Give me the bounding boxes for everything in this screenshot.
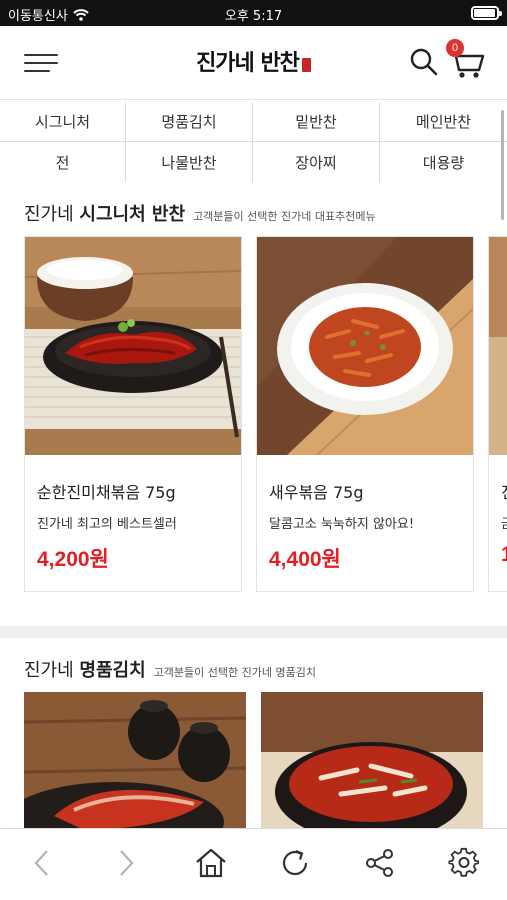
share-icon[interactable] xyxy=(360,843,400,883)
kimchi-section-header: 진가네 명품김치 고객분들이 선택한 진가네 명품김치 xyxy=(24,656,316,682)
product-description: 금 xyxy=(501,513,507,532)
cart-count-badge: 0 xyxy=(446,39,464,57)
section-divider xyxy=(0,626,507,638)
product-card[interactable]: 새우볶음 75g 달콤고소 눅눅하지 않아요! 4,400원 xyxy=(256,236,474,592)
product-price: 4,200원 xyxy=(37,548,109,571)
category-jeon[interactable]: 전 xyxy=(0,142,126,182)
category-grid: 시그니처 명품김치 밑반찬 메인반찬 전 나물반찬 장아찌 대용량 xyxy=(0,102,507,182)
back-arrow-icon[interactable] xyxy=(22,843,62,883)
product-image[interactable] xyxy=(257,237,473,455)
battery-icon xyxy=(471,6,502,20)
category-namul[interactable]: 나물반찬 xyxy=(126,142,253,182)
category-signature[interactable]: 시그니처 xyxy=(0,102,126,142)
search-icon[interactable] xyxy=(408,46,440,78)
bottom-toolbar xyxy=(0,828,507,900)
product-name: 진 xyxy=(501,479,507,503)
product-image[interactable] xyxy=(489,237,507,455)
signature-section-subtitle: 고객분들이 선택한 진가네 대표추천메뉴 xyxy=(193,210,376,223)
kimchi-product-image[interactable] xyxy=(261,692,483,832)
product-description: 달콤고소 눅눅하지 않아요! xyxy=(269,517,415,532)
category-side-dishes[interactable]: 밑반찬 xyxy=(253,102,380,142)
product-name: 새우볶음 75g xyxy=(269,483,364,502)
signature-section-title: 진가네 시그니처 반찬 xyxy=(24,204,186,225)
kimchi-section-subtitle: 고객분들이 선택한 진가네 명품김치 xyxy=(153,666,316,679)
scrollbar[interactable] xyxy=(501,110,504,220)
refresh-icon[interactable] xyxy=(275,843,315,883)
product-price: 4,400원 xyxy=(269,548,341,571)
product-price: 1 xyxy=(501,543,507,567)
kimchi-section-title: 진가네 명품김치 xyxy=(24,660,146,681)
category-pickles[interactable]: 장아찌 xyxy=(253,142,380,182)
signature-section-header: 진가네 시그니처 반찬 고객분들이 선택한 진가네 대표추천메뉴 xyxy=(24,200,376,226)
logo-stamp xyxy=(301,58,311,72)
battery-level-fill xyxy=(474,9,495,17)
status-time: 오후 5:17 xyxy=(224,9,283,24)
category-main-dishes[interactable]: 메인반찬 xyxy=(380,102,507,142)
settings-gear-icon[interactable] xyxy=(444,843,484,883)
cart-button[interactable]: 0 xyxy=(445,39,487,80)
product-image[interactable] xyxy=(25,237,241,455)
category-premium-kimchi[interactable]: 명품김치 xyxy=(126,102,253,142)
brand-logo-text: 진가네 반찬 xyxy=(196,50,300,76)
kimchi-product-image[interactable] xyxy=(24,692,246,832)
product-description: 진가네 최고의 베스트셀러 xyxy=(37,517,177,532)
category-bulk[interactable]: 대용량 xyxy=(380,142,507,182)
home-icon[interactable] xyxy=(191,843,231,883)
product-card[interactable]: 순한진미채볶음 75g 진가네 최고의 베스트셀러 4,200원 xyxy=(24,236,242,592)
app-header: 진가네 반찬 0 xyxy=(0,26,507,100)
product-card[interactable]: 진 금 1 xyxy=(488,236,507,592)
status-bar: 이동통신사 오후 5:17 xyxy=(0,0,507,26)
forward-arrow-icon[interactable] xyxy=(106,843,146,883)
product-name: 순한진미채볶음 75g xyxy=(37,483,176,502)
